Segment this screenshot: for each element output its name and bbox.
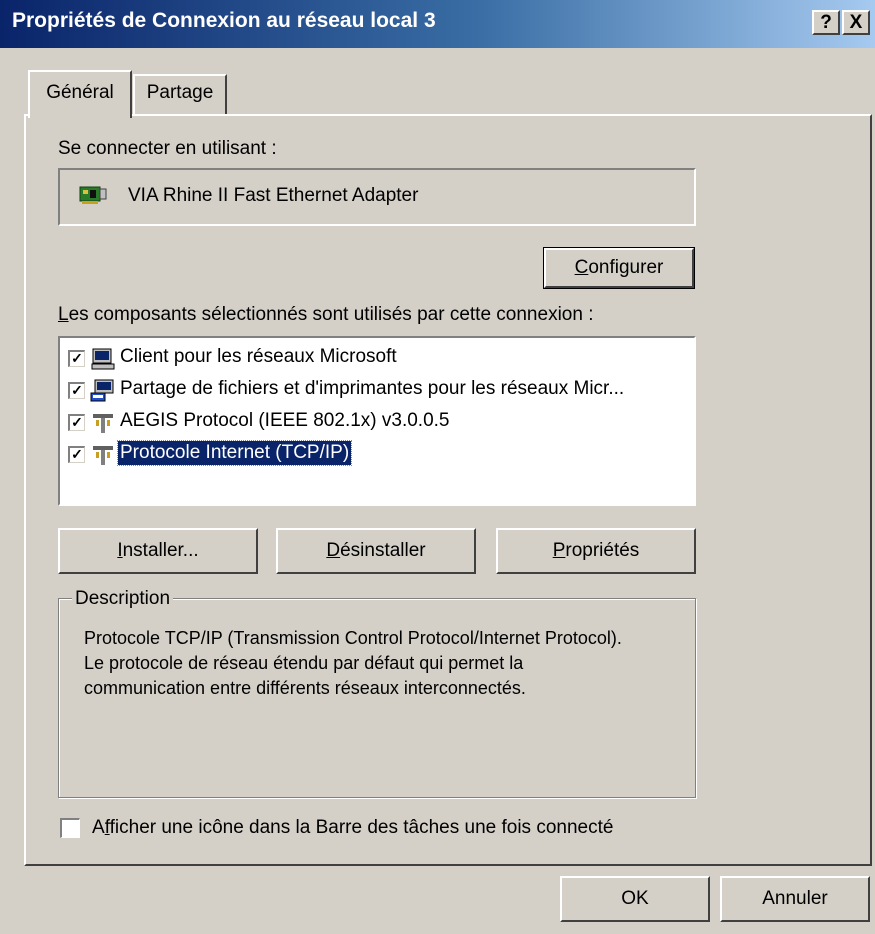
network-adapter-icon [79, 186, 107, 204]
description-text: Protocole TCP/IP (Transmission Control P… [84, 628, 622, 698]
install-label: nstaller... [122, 540, 199, 561]
tab-sharing-label: Partage [146, 82, 214, 103]
adapter-name: VIA Rhine II Fast Ethernet Adapter [128, 185, 419, 206]
file-printer-sharing-icon [90, 379, 114, 402]
component-checkbox[interactable]: ✓ [68, 350, 85, 367]
tab-general-label: Général [46, 82, 114, 103]
protocol-icon [93, 446, 113, 465]
components-accel: L [58, 304, 69, 325]
components-list[interactable]: ✓ Client pour les réseaux Microsoft ✓ Pa… [58, 336, 696, 506]
properties-button[interactable]: Propriétés [496, 528, 696, 574]
protocol-icon [93, 414, 113, 433]
component-label-selected: Protocole Internet (TCP/IP) [116, 440, 353, 466]
window-title: Propriétés de Connexion au réseau local … [12, 9, 436, 32]
uninstall-accel: D [326, 540, 341, 561]
show-icon-label-pre: A [92, 817, 105, 838]
components-label-text: es composants sélectionnés sont utilisés… [68, 304, 594, 325]
client-computer-icon [91, 348, 115, 370]
configure-button[interactable]: Configurer [543, 247, 695, 289]
show-icon-label[interactable]: Afficher une icône dans la Barre des tâc… [92, 817, 613, 839]
install-button[interactable]: Installer... [58, 528, 258, 574]
tab-general[interactable]: Général [28, 70, 132, 118]
show-icon-checkbox[interactable] [60, 818, 80, 838]
component-checkbox[interactable]: ✓ [68, 446, 85, 463]
configure-accel: C [574, 257, 589, 278]
component-label: AEGIS Protocol (IEEE 802.1x) v3.0.0.5 [120, 410, 450, 431]
configure-label: onfigurer [588, 257, 664, 278]
uninstall-button[interactable]: Désinstaller [276, 528, 476, 574]
show-icon-label-rest: ficher une icône dans la Barre des tâche… [109, 817, 614, 838]
uninstall-label: ésinstaller [340, 540, 426, 561]
components-label: Les composants sélectionnés sont utilisé… [58, 304, 593, 326]
cancel-button[interactable]: Annuler [720, 876, 870, 922]
description-title: Description [72, 588, 174, 610]
component-label: Partage de fichiers et d'imprimantes pou… [120, 378, 625, 399]
ok-button[interactable]: OK [560, 876, 710, 922]
connect-using-label: Se connecter en utilisant : [58, 138, 277, 159]
help-button[interactable]: ? [812, 10, 840, 35]
properties-label: ropriétés [565, 540, 640, 561]
component-checkbox[interactable]: ✓ [68, 414, 85, 431]
component-label: Client pour les réseaux Microsoft [120, 346, 397, 367]
title-bar: Propriétés de Connexion au réseau local … [0, 0, 875, 48]
tab-sharing[interactable]: Partage [133, 74, 227, 114]
close-button[interactable]: X [842, 10, 870, 35]
properties-accel: P [552, 540, 566, 561]
component-checkbox[interactable]: ✓ [68, 382, 85, 399]
